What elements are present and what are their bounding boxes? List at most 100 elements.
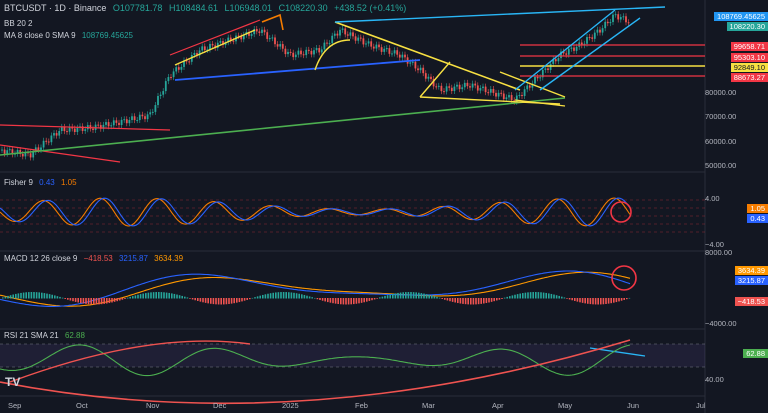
candle-body — [261, 29, 263, 33]
macd-histogram-bar — [20, 292, 22, 299]
rsi-legend[interactable]: RSI 21 SMA 21 62.88 — [4, 331, 89, 340]
candle-body — [255, 28, 258, 32]
macd-histogram-bar — [262, 294, 264, 299]
candle-body — [297, 50, 300, 55]
macd-histogram-bar — [293, 292, 295, 299]
macd-histogram-bar — [100, 298, 103, 305]
candle-body — [534, 77, 536, 84]
candle-body — [484, 86, 487, 93]
price-axis-label: 70000.00 — [705, 112, 737, 121]
macd-histogram-bar — [236, 298, 238, 303]
macd-histogram-bar — [566, 298, 568, 299]
symbol-title[interactable]: BTCUSDT · 1D · Binance — [4, 3, 106, 13]
candle-body — [203, 46, 206, 50]
candle-body — [131, 116, 133, 121]
candle-body — [300, 50, 302, 55]
candle-body — [474, 83, 477, 86]
macd-histogram-bar — [571, 298, 573, 301]
macd-hist-tag: −418.53 — [734, 297, 768, 306]
candle-body — [427, 76, 430, 79]
candle-body — [279, 44, 282, 47]
candle-body — [8, 149, 11, 151]
candle-body — [341, 28, 344, 30]
macd-histogram-bar — [368, 298, 371, 301]
macd-histogram-bar — [207, 298, 209, 304]
macd-histogram-bar — [441, 298, 443, 299]
macd-histogram-bar — [202, 298, 204, 303]
macd-histogram-bar — [618, 298, 620, 302]
chart-canvas[interactable] — [0, 0, 768, 413]
macd-histogram-bar — [33, 292, 35, 299]
candle-body — [362, 38, 365, 45]
candle-body — [526, 85, 529, 90]
candle-body — [349, 32, 352, 36]
macd-histogram-bar — [290, 292, 293, 299]
candle-body — [391, 53, 393, 55]
macd-histogram-bar — [558, 295, 560, 299]
macd-histogram-bar — [15, 293, 17, 299]
candle-body — [489, 89, 492, 93]
candle-body — [47, 141, 50, 143]
candle-body — [388, 48, 391, 54]
macd-histogram-bar — [93, 298, 95, 305]
candle-body — [172, 71, 175, 78]
macd-histogram-bar — [581, 298, 584, 303]
macd-histogram-bar — [25, 292, 27, 299]
macd-histogram-bar — [550, 293, 553, 299]
macd-histogram-bar — [308, 296, 311, 299]
candle-body — [396, 50, 399, 55]
candle-body — [162, 91, 165, 95]
candle-body — [593, 32, 596, 39]
macd-highlight-circle — [611, 265, 637, 291]
macd-histogram-bar — [594, 298, 597, 305]
candle-body — [136, 120, 139, 122]
macd-legend[interactable]: MACD 12 26 close 9 −418.53 3215.87 3634.… — [4, 254, 187, 263]
candle-body — [105, 122, 107, 125]
macd-histogram-bar — [215, 298, 217, 305]
macd-histogram-bar — [87, 298, 90, 305]
macd-histogram-bar — [386, 295, 389, 299]
macd-histogram-bar — [444, 298, 446, 300]
tradingview-logo[interactable]: TV — [5, 375, 20, 389]
candle-body — [110, 125, 113, 127]
candle-body — [281, 44, 284, 49]
candle-body — [544, 68, 547, 70]
fisher-legend[interactable]: Fisher 9 0.43 1.05 — [4, 178, 81, 187]
ma-legend[interactable]: MA 8 close 0 SMA 9 108769.45625 — [4, 31, 137, 40]
candle-body — [453, 86, 456, 92]
macd-histogram-bar — [555, 295, 558, 299]
candle-body — [271, 37, 274, 39]
candle-body — [510, 95, 513, 101]
macd-histogram-bar — [472, 298, 475, 305]
time-axis-label: 2025 — [282, 401, 299, 410]
macd-axis-label: −4000.00 — [705, 319, 737, 328]
candle-body — [606, 21, 609, 24]
macd-histogram-bar — [350, 298, 352, 305]
macd-histogram-bar — [241, 298, 243, 302]
macd-histogram-bar — [597, 298, 599, 305]
macd-histogram-bar — [319, 298, 321, 300]
macd-histogram-bar — [340, 298, 342, 305]
candle-body — [84, 129, 87, 131]
macd-histogram-bar — [592, 298, 594, 305]
candle-body — [419, 67, 422, 71]
macd-histogram-bar — [516, 294, 519, 299]
macd-histogram-bar — [199, 298, 202, 302]
candle-body — [97, 124, 100, 126]
fisher-signal-line — [0, 197, 631, 227]
macd-histogram-bar — [506, 296, 508, 299]
macd-histogram-bar — [82, 298, 85, 304]
macd-histogram-bar — [568, 298, 571, 300]
bb-legend[interactable]: BB 20 2 — [4, 19, 36, 28]
macd-histogram-bar — [113, 298, 116, 302]
candle-body — [536, 77, 539, 79]
macd-histogram-bar — [2, 297, 4, 299]
macd-histogram-bar — [139, 294, 142, 299]
trend-line-yellow — [419, 61, 451, 98]
candle-body — [180, 66, 183, 70]
macd-histogram-bar — [295, 293, 298, 299]
candle-body — [539, 77, 542, 79]
macd-histogram-bar — [173, 293, 176, 299]
candle-body — [128, 120, 131, 124]
macd-histogram-bar — [485, 298, 488, 304]
